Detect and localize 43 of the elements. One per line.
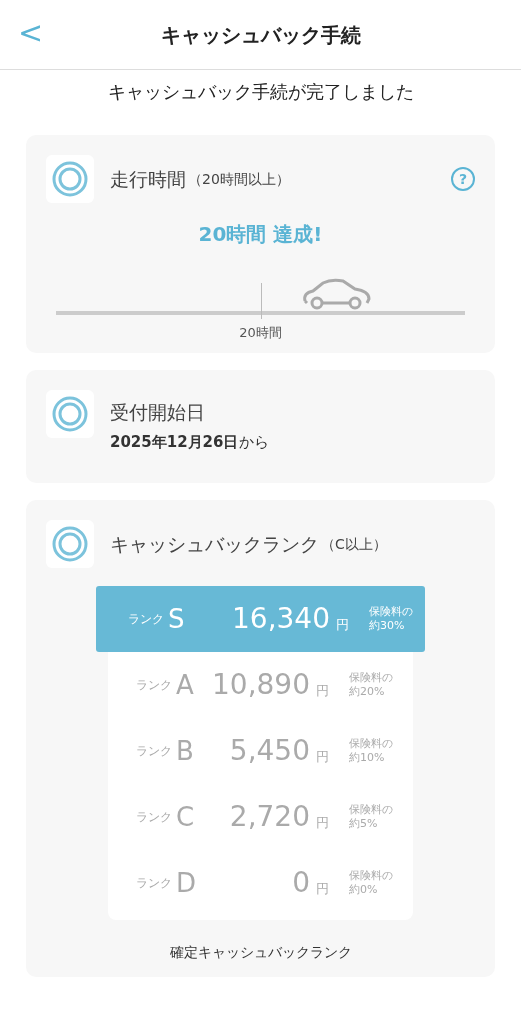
cashback-amount: 16,340 <box>231 601 330 637</box>
currency-unit: 円 <box>336 616 349 635</box>
premium-share: 約20% <box>349 685 386 700</box>
cashback-amount: 2,720 <box>228 799 310 835</box>
rank-label: ランク <box>136 875 172 892</box>
premium-share: 保険料の <box>369 604 413 619</box>
screen-title: キャッシュバック手続 <box>160 21 361 49</box>
condition-text: （20時間以上） <box>188 169 290 189</box>
condition-text: （C以上） <box>321 534 387 554</box>
rank-letter: C <box>176 800 196 834</box>
currency-unit: 円 <box>316 814 329 833</box>
completion-message: キャッシュバック手続が完了しました <box>106 80 415 104</box>
cashback-amount: 0 <box>291 865 310 901</box>
card-title: 走行時間 <box>110 166 186 192</box>
cashback-amount: 5,450 <box>228 733 310 769</box>
rank-letter: A <box>176 668 195 702</box>
currency-unit: 円 <box>316 682 329 701</box>
rank-label: ランク <box>136 743 172 760</box>
premium-share: 保険料の <box>349 868 393 883</box>
tick-label: 20時間 <box>239 324 282 342</box>
help-button[interactable]: ? <box>451 167 475 191</box>
achievement-text: 20時間 達成! <box>197 221 324 248</box>
rank-caption: 確定キャッシュバックランク <box>168 943 353 962</box>
rank-letter: B <box>176 734 195 768</box>
back-button[interactable]: < <box>14 18 48 48</box>
premium-share: 約5% <box>349 817 379 832</box>
rank-letter: S <box>168 602 186 636</box>
rank-label: ランク <box>128 611 164 628</box>
card-title: 受付開始日 <box>110 400 206 425</box>
premium-share: 保険料の <box>349 670 393 685</box>
currency-unit: 円 <box>316 748 329 767</box>
rank-label: ランク <box>136 809 172 826</box>
cashback-amount: 10,890 <box>211 667 310 703</box>
currency-unit: 円 <box>316 880 329 899</box>
premium-share: 約0% <box>349 883 379 898</box>
premium-share: 保険料の <box>349 736 393 751</box>
rank-letter: D <box>176 866 198 900</box>
premium-share: 約30% <box>369 619 406 634</box>
premium-share: 保険料の <box>349 802 393 817</box>
rank-label: ランク <box>136 677 172 694</box>
premium-share: 約10% <box>349 751 386 766</box>
card-title: キャッシュバックランク <box>110 531 319 557</box>
start-date: 2025年12月26日から <box>110 431 269 453</box>
